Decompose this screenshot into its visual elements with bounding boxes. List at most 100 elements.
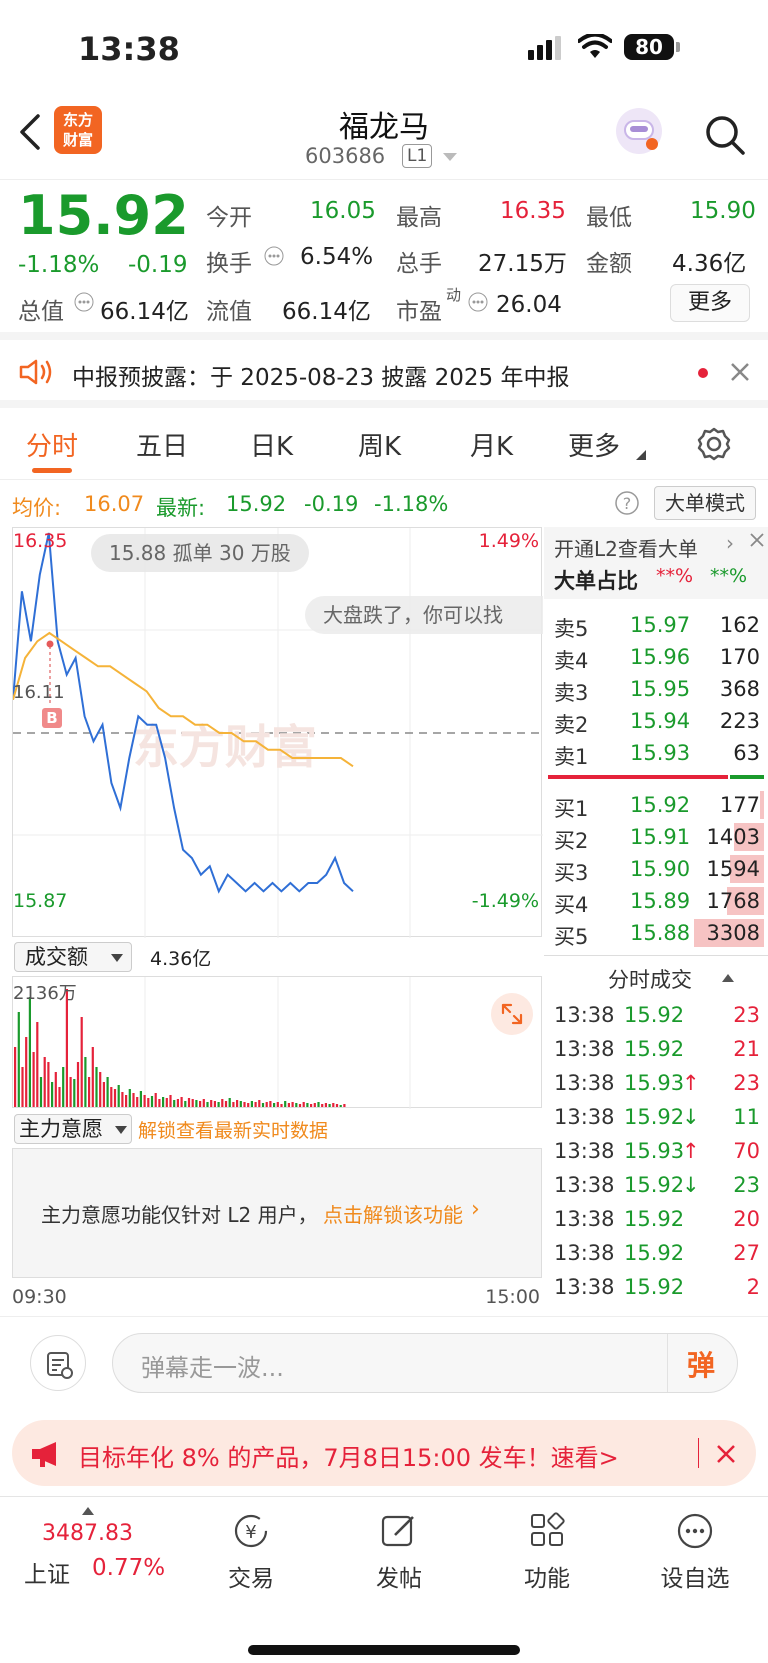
megaphone-icon bbox=[32, 1442, 56, 1467]
volume-header: 成交额 4.36亿 bbox=[12, 940, 542, 976]
ticks-title: 分时成交 bbox=[608, 968, 692, 992]
bid-row[interactable]: 买5 15.88 3308 bbox=[544, 917, 768, 949]
tab-daily-k[interactable]: 日K bbox=[250, 426, 293, 463]
nav-post[interactable]: 发帖 bbox=[344, 1511, 454, 1593]
bid-volume: 1594 bbox=[706, 857, 760, 881]
bid-row[interactable]: 买3 15.90 1594 bbox=[544, 853, 768, 885]
ask-price: 15.94 bbox=[630, 709, 691, 733]
close-icon[interactable] bbox=[716, 1444, 736, 1464]
volume-bar bbox=[195, 1100, 198, 1107]
settings-gear-icon[interactable] bbox=[696, 426, 732, 462]
turnover-value: 6.54% bbox=[300, 244, 374, 270]
info-dots-icon[interactable] bbox=[468, 292, 488, 312]
unlock-feature-link[interactable]: 点击解锁该功能 bbox=[323, 1199, 463, 1228]
tab-five-day[interactable]: 五日 bbox=[136, 426, 188, 463]
index-value[interactable]: 3487.83 bbox=[42, 1521, 133, 1546]
main-force-locked-panel: 主力意愿功能仅针对 L2 用户， 点击解锁该功能 › bbox=[12, 1148, 542, 1278]
notice-bar[interactable]: 中报预披露：于 2025-08-23 披露 2025 年中报 bbox=[0, 340, 768, 408]
close-icon[interactable] bbox=[750, 533, 764, 547]
volume-bar bbox=[43, 1057, 46, 1107]
avg-value: 16.07 bbox=[84, 492, 145, 516]
buy-marker-label: B bbox=[46, 709, 58, 727]
robot-assistant-icon[interactable] bbox=[616, 108, 662, 154]
volume-bar bbox=[39, 1077, 43, 1107]
volume-value: 27.15万 bbox=[478, 251, 567, 277]
trade-tick-row: 13:38 15.92 ↓ 11 bbox=[544, 1101, 768, 1135]
l2-upsell-text: 开通L2查看大单 bbox=[554, 537, 698, 561]
volume-chart-svg bbox=[14, 977, 411, 1109]
ask-row[interactable]: 卖1 15.93 63 bbox=[544, 737, 768, 769]
nav-watchlist[interactable]: 设自选 bbox=[640, 1511, 750, 1593]
big-order-mode-button[interactable]: 大单模式 bbox=[654, 486, 756, 520]
expand-button[interactable] bbox=[491, 993, 533, 1035]
big-order-bubble[interactable]: 15.88 孤单 30 万股 bbox=[91, 534, 309, 572]
danmu-bubble[interactable]: 大盘跌了，你可以找 bbox=[305, 596, 543, 634]
svg-text:?: ? bbox=[623, 494, 632, 513]
trade-marker-dot bbox=[46, 640, 54, 648]
bottom-nav: 3487.83 上证 0.77% ¥ 交易 发帖 功能 设自选 bbox=[0, 1496, 768, 1663]
more-button[interactable]: 更多 bbox=[670, 284, 750, 322]
nav-functions[interactable]: 功能 bbox=[492, 1511, 602, 1593]
ask-row[interactable]: 卖4 15.96 170 bbox=[544, 641, 768, 673]
volume-chart[interactable]: 2136万 bbox=[12, 976, 542, 1109]
wifi-icon bbox=[578, 34, 612, 58]
latest-change: -0.19 bbox=[304, 492, 359, 516]
trade-icon: ¥ bbox=[234, 1514, 268, 1548]
promo-banner[interactable]: 目标年化 8% 的产品，7月8日15:00 发车！速看> bbox=[12, 1420, 756, 1486]
volume-selector[interactable]: 成交额 bbox=[14, 942, 132, 972]
danmu-send-button[interactable]: 弹 bbox=[687, 1344, 715, 1384]
l2-upsell[interactable]: 开通L2查看大单 › 大单占比 **% **% bbox=[544, 527, 768, 599]
info-dots-icon[interactable] bbox=[264, 246, 284, 266]
locked-message: 主力意愿功能仅针对 L2 用户， bbox=[41, 1203, 318, 1227]
time-end: 15:00 bbox=[485, 1286, 540, 1308]
nav-trade[interactable]: ¥ 交易 bbox=[196, 1511, 306, 1593]
tick-volume: 21 bbox=[733, 1037, 760, 1061]
tab-intraday[interactable]: 分时 bbox=[26, 426, 78, 463]
tick-time: 13:38 bbox=[554, 1207, 615, 1231]
volume-bar bbox=[158, 1099, 161, 1107]
trade-tick-row: 13:38 15.92 23 bbox=[544, 999, 768, 1033]
ask-row[interactable]: 卖2 15.94 223 bbox=[544, 705, 768, 737]
help-icon[interactable]: ? bbox=[614, 490, 640, 516]
buy-marker[interactable]: B bbox=[42, 708, 62, 728]
tab-more[interactable]: 更多 bbox=[568, 426, 620, 463]
tick-price: 15.92 bbox=[624, 1173, 685, 1197]
volume-bar bbox=[306, 1103, 309, 1107]
main-force-selector[interactable]: 主力意愿 bbox=[14, 1114, 132, 1144]
ask-row[interactable]: 卖5 15.97 162 bbox=[544, 609, 768, 641]
trade-tick-row: 13:38 15.92 ↓ 23 bbox=[544, 1169, 768, 1203]
volume-selector-label: 成交额 bbox=[25, 945, 88, 969]
volume-bar bbox=[295, 1103, 298, 1107]
index-pct[interactable]: 0.77% bbox=[92, 1555, 165, 1581]
unlock-realtime-link[interactable]: 解锁查看最新实时数据 bbox=[138, 1116, 328, 1143]
ask-price: 15.93 bbox=[630, 741, 691, 765]
info-dots-icon[interactable] bbox=[74, 292, 94, 312]
caret-down-icon[interactable] bbox=[442, 152, 458, 162]
tab-weekly-k[interactable]: 周K bbox=[358, 426, 401, 463]
volume-bar bbox=[202, 1099, 205, 1107]
danmu-settings-button[interactable] bbox=[30, 1335, 86, 1391]
danmu-input[interactable]: 弹幕走一波... 弹 bbox=[112, 1333, 738, 1393]
bid-row[interactable]: 买1 15.92 177 bbox=[544, 789, 768, 821]
tab-monthly-k[interactable]: 月K bbox=[470, 426, 513, 463]
search-icon[interactable] bbox=[704, 114, 746, 156]
bid-volume: 177 bbox=[719, 793, 760, 817]
bid-row[interactable]: 买2 15.91 1403 bbox=[544, 821, 768, 853]
caret-up-icon[interactable] bbox=[722, 974, 734, 982]
bid-price: 15.92 bbox=[630, 793, 691, 817]
period-tabs: 分时 五日 日K 周K 月K 更多 bbox=[0, 408, 768, 480]
index-name[interactable]: 上证 bbox=[24, 1555, 70, 1589]
volume-bar bbox=[265, 1102, 268, 1107]
tick-time: 13:38 bbox=[554, 1071, 615, 1095]
bid-label: 买1 bbox=[554, 797, 589, 821]
mktcap-label: 总值 bbox=[18, 299, 64, 325]
ask-label: 卖1 bbox=[554, 745, 589, 769]
open-value: 16.05 bbox=[310, 198, 376, 224]
level-badge[interactable]: L1 bbox=[402, 144, 433, 168]
amount-label: 金额 bbox=[586, 251, 632, 277]
close-icon[interactable] bbox=[730, 362, 750, 382]
ask-row[interactable]: 卖3 15.95 368 bbox=[544, 673, 768, 705]
bid-row[interactable]: 买4 15.89 1768 bbox=[544, 885, 768, 917]
intraday-chart[interactable]: 东方财富 16.35 1.49% 16.11 15.87 -1.49% 15.8… bbox=[12, 527, 543, 938]
volume-bar bbox=[84, 1057, 87, 1107]
